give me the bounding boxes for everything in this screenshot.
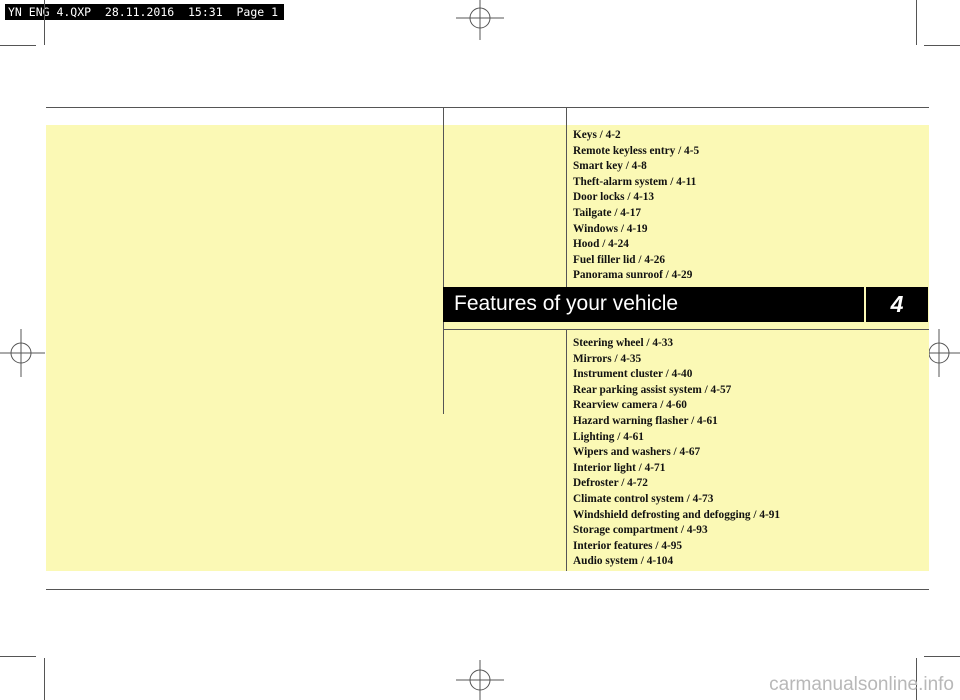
- toc-item[interactable]: Audio system / 4-104: [573, 554, 780, 570]
- toc-item[interactable]: Rearview camera / 4-60: [573, 398, 780, 414]
- bottom-rule: [46, 589, 929, 590]
- toc-divider-bottom: [566, 329, 567, 571]
- chapter-title: Features of your vehicle: [454, 292, 679, 315]
- top-rule: [46, 107, 929, 108]
- toc-item[interactable]: Smart key / 4-8: [573, 159, 699, 175]
- registration-mark-left-icon: [0, 329, 45, 377]
- toc-item[interactable]: Interior light / 4-71: [573, 461, 780, 477]
- toc-item[interactable]: Interior features / 4-95: [573, 539, 780, 555]
- left-panel: [46, 125, 443, 571]
- slug-line: YN ENG 4.QXP 28.11.2016 15:31 Page 1: [5, 4, 285, 20]
- toc-list-top: Keys / 4-2 Remote keyless entry / 4-5 Sm…: [573, 128, 699, 284]
- chapter-number: 4: [890, 291, 904, 317]
- toc-item[interactable]: Wipers and washers / 4-67: [573, 445, 780, 461]
- toc-item[interactable]: Mirrors / 4-35: [573, 352, 780, 368]
- toc-item[interactable]: Remote keyless entry / 4-5: [573, 144, 699, 160]
- watermark: carmanualsonline.info: [769, 674, 954, 695]
- chapter-banner: Features of your vehicle: [443, 287, 864, 322]
- toc-list-bottom: Steering wheel / 4-33 Mirrors / 4-35 Ins…: [573, 336, 780, 570]
- toc-item[interactable]: Instrument cluster / 4-40: [573, 367, 780, 383]
- toc-item[interactable]: Climate control system / 4-73: [573, 492, 780, 508]
- toc-item[interactable]: Rear parking assist system / 4-57: [573, 383, 780, 399]
- center-divider: [443, 107, 444, 414]
- toc-item[interactable]: Hazard warning flasher / 4-61: [573, 414, 780, 430]
- chapter-number-box: 4: [866, 287, 928, 322]
- toc-item[interactable]: Windshield defrosting and defogging / 4-…: [573, 508, 780, 524]
- registration-mark-top-icon: [456, 0, 504, 40]
- banner-underline: [443, 329, 929, 330]
- toc-item[interactable]: Steering wheel / 4-33: [573, 336, 780, 352]
- toc-item[interactable]: Keys / 4-2: [573, 128, 699, 144]
- toc-item[interactable]: Defroster / 4-72: [573, 476, 780, 492]
- toc-item[interactable]: Door locks / 4-13: [573, 190, 699, 206]
- toc-item[interactable]: Theft-alarm system / 4-11: [573, 175, 699, 191]
- toc-divider-top: [566, 107, 567, 287]
- toc-item[interactable]: Lighting / 4-61: [573, 430, 780, 446]
- toc-item[interactable]: Tailgate / 4-17: [573, 206, 699, 222]
- toc-item[interactable]: Fuel filler lid / 4-26: [573, 253, 699, 269]
- toc-item[interactable]: Panorama sunroof / 4-29: [573, 268, 699, 284]
- toc-item[interactable]: Hood / 4-24: [573, 237, 699, 253]
- registration-mark-bottom-icon: [456, 660, 504, 700]
- toc-item[interactable]: Windows / 4-19: [573, 222, 699, 238]
- toc-item[interactable]: Storage compartment / 4-93: [573, 523, 780, 539]
